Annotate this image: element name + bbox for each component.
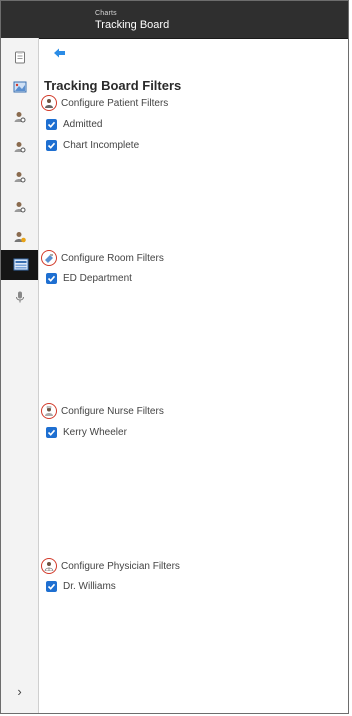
nurse-icon — [41, 403, 57, 419]
checkbox-checked[interactable] — [46, 426, 57, 438]
sidebar-item-user-search-2[interactable] — [1, 132, 38, 162]
sidebar-item-user-search-1[interactable] — [1, 102, 38, 132]
section-nurse-filters[interactable]: Configure Nurse Filters — [41, 402, 164, 420]
header-subtitle: Charts — [95, 10, 117, 17]
patient-icon — [41, 95, 57, 111]
section-label: Configure Physician Filters — [61, 560, 180, 572]
header-title: Tracking Board — [95, 19, 170, 31]
physician-icon — [41, 558, 57, 574]
filters-pane: Tracking Board Filters Configure Patient… — [39, 38, 348, 713]
filter-label: Kerry Wheeler — [63, 426, 127, 438]
filter-dr-williams[interactable]: Dr. Williams — [46, 579, 116, 593]
sidebar-item-tracking-board[interactable] — [1, 250, 38, 280]
section-patient-filters[interactable]: Configure Patient Filters — [41, 94, 168, 112]
sidebar-item-dictation[interactable] — [1, 282, 38, 312]
clipboard-icon — [13, 50, 27, 64]
room-icon — [41, 250, 57, 266]
checkbox-checked[interactable] — [46, 118, 57, 130]
filter-kerry-wheeler[interactable]: Kerry Wheeler — [46, 425, 127, 439]
user-search-icon — [13, 110, 27, 124]
section-label: Configure Nurse Filters — [61, 405, 164, 417]
filter-label: Admitted — [63, 118, 103, 130]
tracking-board-icon — [13, 258, 28, 272]
user-search-icon — [13, 200, 27, 214]
checkbox-checked[interactable] — [46, 580, 57, 592]
sidebar: › — [1, 38, 39, 713]
filter-ed-department[interactable]: ED Department — [46, 271, 132, 285]
section-room-filters[interactable]: Configure Room Filters — [41, 249, 164, 267]
user-alert-icon — [13, 230, 27, 244]
microphone-icon — [13, 290, 27, 304]
sidebar-item-user-search-3[interactable] — [1, 162, 38, 192]
filter-chart-incomplete[interactable]: Chart Incomplete — [46, 138, 139, 152]
filter-admitted[interactable]: Admitted — [46, 117, 102, 131]
checkbox-checked[interactable] — [46, 139, 57, 151]
filter-label: ED Department — [63, 272, 132, 284]
page-title: Tracking Board Filters — [44, 78, 182, 93]
back-arrow-icon[interactable] — [53, 47, 67, 61]
sidebar-item-images[interactable] — [1, 72, 38, 102]
section-label: Configure Room Filters — [61, 252, 164, 264]
user-search-icon — [13, 170, 27, 184]
sidebar-item-charts[interactable] — [1, 42, 38, 72]
top-bar: Charts Tracking Board — [1, 1, 348, 39]
checkbox-checked[interactable] — [46, 272, 57, 284]
user-search-icon — [13, 140, 27, 154]
sidebar-item-user-alert[interactable] — [1, 222, 38, 252]
section-physician-filters[interactable]: Configure Physician Filters — [41, 557, 180, 575]
app-window: Charts Tracking Board › Tracking Board F… — [0, 0, 349, 714]
expand-sidebar-icon[interactable]: › — [1, 684, 38, 699]
sidebar-item-user-search-4[interactable] — [1, 192, 38, 222]
chart-image-icon — [13, 80, 27, 94]
filter-label: Chart Incomplete — [63, 139, 140, 151]
filter-label: Dr. Williams — [63, 580, 116, 592]
section-label: Configure Patient Filters — [61, 97, 169, 109]
